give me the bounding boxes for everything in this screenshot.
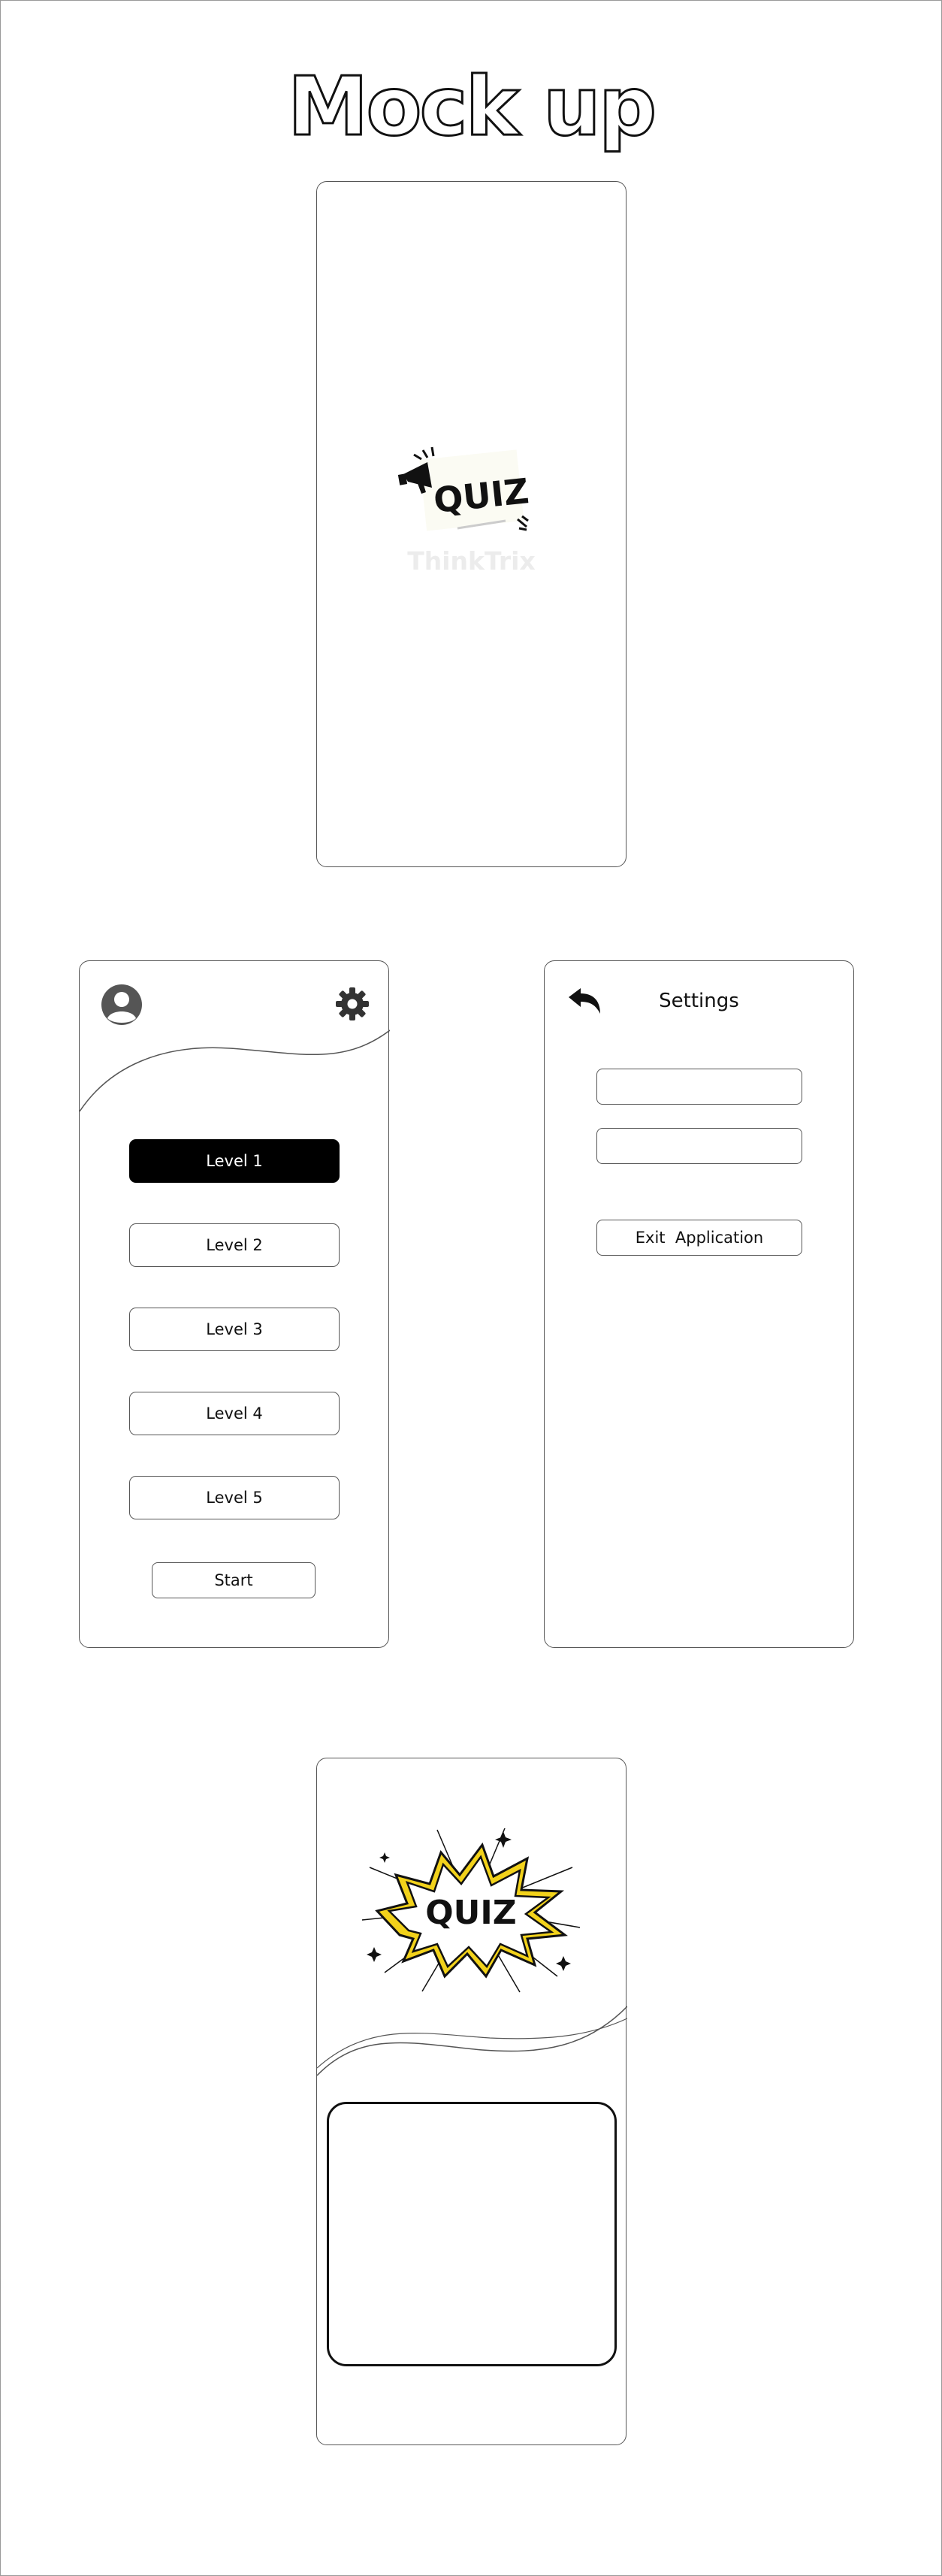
quiz-logo: QUIZ <box>397 446 531 531</box>
level-4-button[interactable]: Level 4 <box>129 1392 340 1435</box>
quiz-screen: QUIZ <box>316 1758 627 2445</box>
settings-title: Settings <box>659 990 739 1012</box>
level-2-button[interactable]: Level 2 <box>129 1223 340 1267</box>
level-3-button[interactable]: Level 3 <box>129 1308 340 1351</box>
brand-name: ThinkTrix <box>407 546 536 576</box>
exit-application-button[interactable]: Exit Application <box>596 1220 802 1256</box>
level-5-button[interactable]: Level 5 <box>129 1476 340 1519</box>
splash-screen: QUIZ ThinkTrix <box>316 181 626 867</box>
settings-field-2[interactable] <box>596 1128 802 1164</box>
level-select-screen: Level 1 Level 2 Level 3 Level 4 Level 5 … <box>79 960 390 1648</box>
content-wave <box>317 2006 627 2076</box>
question-content-box <box>327 2102 617 2366</box>
megaphone-icon <box>397 446 435 494</box>
gear-icon[interactable] <box>334 986 370 1022</box>
user-avatar-icon[interactable] <box>101 984 143 1026</box>
level-1-button[interactable]: Level 1 <box>129 1139 340 1183</box>
settings-field-1[interactable] <box>596 1069 802 1105</box>
settings-screen: Settings Exit Application <box>544 960 854 1648</box>
page-title: Mock up <box>286 59 657 156</box>
start-button[interactable]: Start <box>152 1562 316 1598</box>
